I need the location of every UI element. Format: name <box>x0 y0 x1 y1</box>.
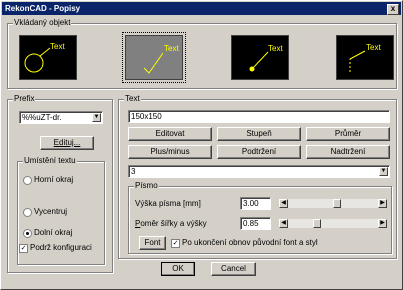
underline-button[interactable]: Podtržení <box>217 145 301 159</box>
edit-prefix-button[interactable]: Edituj... <box>40 136 94 150</box>
arrow-right-icon[interactable]: ▶ <box>378 199 387 208</box>
overline-button-label: Nadtržení <box>330 147 366 156</box>
aspect-ratio-slider[interactable]: ◀ ▶ <box>279 219 387 228</box>
close-button[interactable]: x <box>387 4 399 15</box>
keep-config-label[interactable]: Podrž konfiguraci <box>30 243 92 253</box>
close-icon: x <box>390 4 396 13</box>
object-option-circle[interactable]: Text <box>19 35 77 80</box>
dot-leader-icon: Text <box>249 44 283 72</box>
object-text-4: Text <box>366 43 381 52</box>
arrow-left-icon[interactable]: ◀ <box>279 199 288 208</box>
arrow-left-icon[interactable]: ◀ <box>279 219 288 228</box>
radio-bottom-edge-label[interactable]: Dolní okraj <box>34 228 72 238</box>
font-button-label: Font <box>144 238 161 247</box>
chevron-down-icon[interactable]: ▼ <box>379 167 388 176</box>
object-option-check[interactable]: Text <box>122 32 186 83</box>
object-option-dot[interactable]: Text <box>231 35 289 80</box>
aspect-ratio-input[interactable]: 0.85 <box>240 217 271 230</box>
dialog-window: RekonCAD - Popisy x Vkládaný objekt Text… <box>0 0 403 290</box>
aspect-ratio-value: 0.85 <box>243 219 259 228</box>
radio-bottom-edge[interactable] <box>23 229 32 238</box>
degree-button-label: Stupeň <box>246 129 272 138</box>
edit-button[interactable]: Editovat <box>128 127 212 141</box>
radio-top-edge-label[interactable]: Horní okraj <box>34 175 73 185</box>
restore-font-checkbox[interactable]: ✓ <box>171 239 180 248</box>
text-dropdown-value: 3 <box>131 167 136 176</box>
font-height-input[interactable]: 3.00 <box>240 197 271 210</box>
font-height-value: 3.00 <box>243 199 259 208</box>
prefix-value: %%uZT-dr. <box>22 113 62 122</box>
aspect-ratio-label: Poměr šířky a výšky <box>135 219 207 228</box>
object-option-dashed[interactable]: Text <box>336 35 394 80</box>
text-placement-label: Umístění textu <box>23 156 77 166</box>
degree-button[interactable]: Stupeň <box>217 127 301 141</box>
plus-minus-button-label: Plus/minus <box>150 147 190 156</box>
diameter-button-label: Průměr <box>334 129 362 138</box>
ok-button[interactable]: OK <box>161 262 195 276</box>
arrow-right-icon[interactable]: ▶ <box>378 219 387 228</box>
radio-center[interactable] <box>23 208 32 217</box>
radio-top-edge[interactable] <box>23 176 32 185</box>
keep-config-checkbox[interactable]: ✓ <box>19 244 28 253</box>
ok-button-label: OK <box>172 264 184 273</box>
font-height-thumb[interactable] <box>333 199 341 208</box>
font-height-label: Výška písma [mm] <box>135 199 201 208</box>
edit-button-label: Editovat <box>155 129 185 138</box>
text-input[interactable]: 150x150 <box>128 110 390 123</box>
radio-center-label[interactable]: Vycentruj <box>34 207 67 217</box>
text-dropdown[interactable]: 3 ▼ <box>128 165 390 178</box>
aspect-ratio-label-rest: oměr šířky a výšky <box>140 219 207 228</box>
overline-button[interactable]: Nadtržení <box>306 145 390 159</box>
plus-minus-button[interactable]: Plus/minus <box>128 145 212 159</box>
restore-font-label[interactable]: Po ukončení obnov původní font a styl <box>182 238 318 248</box>
underline-button-label: Podtržení <box>241 147 277 156</box>
chevron-down-icon[interactable]: ▼ <box>92 113 101 122</box>
object-text-1: Text <box>50 42 65 51</box>
check-leader-icon: Text <box>143 44 179 74</box>
object-text-3: Text <box>268 44 283 53</box>
title-bar[interactable]: RekonCAD - Popisy x <box>2 2 401 15</box>
cancel-button-label: Cancel <box>221 264 246 273</box>
font-button[interactable]: Font <box>139 236 166 250</box>
edit-prefix-label: Edituj... <box>53 138 81 147</box>
aspect-ratio-thumb[interactable] <box>313 219 321 228</box>
prefix-dropdown[interactable]: %%uZT-dr. ▼ <box>19 111 103 124</box>
font-height-slider[interactable]: ◀ ▶ <box>279 199 387 208</box>
insert-object-label: Vkládaný objekt <box>13 18 72 28</box>
prefix-label: Prefix <box>13 94 36 104</box>
text-value: 150x150 <box>131 112 162 121</box>
cancel-button[interactable]: Cancel <box>211 262 256 276</box>
object-text-2: Text <box>164 44 179 53</box>
text-group-label: Text <box>124 94 141 104</box>
dashed-leader-icon: Text <box>349 43 381 72</box>
font-group-label: Písmo <box>134 181 159 191</box>
circle-leader-icon: Text <box>24 42 65 73</box>
window-title: RekonCAD - Popisy <box>5 4 81 13</box>
diameter-button[interactable]: Průměr <box>306 127 390 141</box>
aspect-ratio-track[interactable] <box>288 219 378 228</box>
